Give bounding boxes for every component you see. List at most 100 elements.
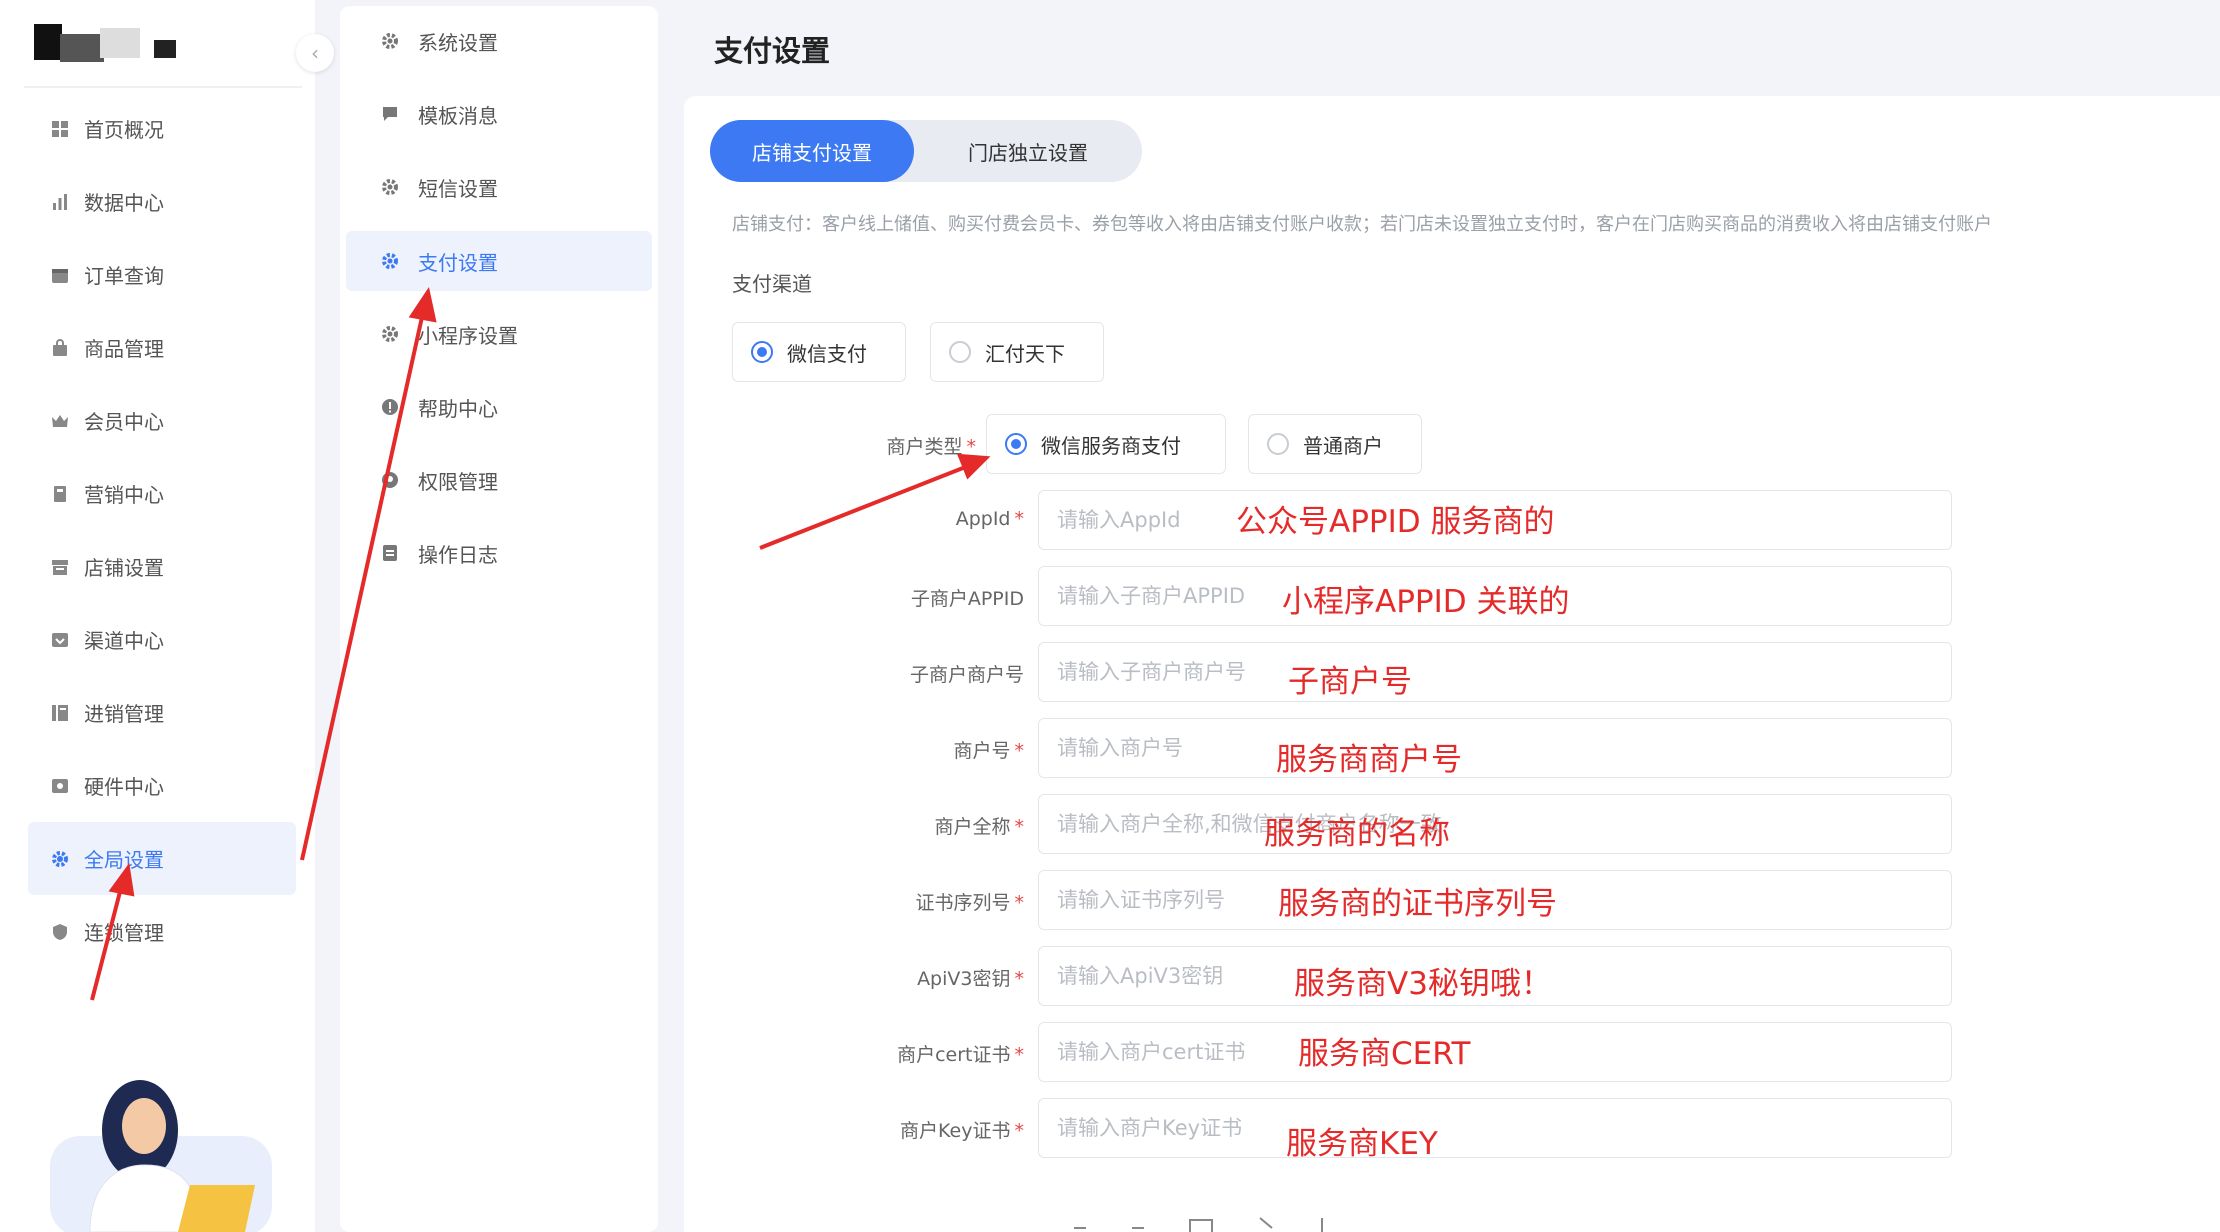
mchid-label: 商户号 *	[824, 736, 1024, 763]
sidebar-item-label: 硬件中心	[84, 775, 164, 799]
subnav-item-label: 小程序设置	[418, 323, 518, 348]
annotation-note: 服务商商户号	[1276, 742, 1462, 778]
settings-subnav: 系统设置 模板消息 短信设置 支付设置 小程序设置 帮助中心 权限管理 操作日志	[340, 6, 658, 1232]
bag-icon	[50, 338, 70, 358]
annotation-note: 服务商V3秘钥哦！	[1294, 966, 1552, 1002]
appid-label: AppId *	[824, 508, 1024, 530]
merchant-type-label-text: 商户类型	[886, 436, 963, 458]
sidebar-item-inventory[interactable]: 进销管理	[28, 676, 296, 749]
subnav-item-permissions[interactable]: 权限管理	[346, 450, 652, 510]
sidebar-item-global-settings[interactable]: 全局设置	[28, 822, 296, 895]
channel-option-wechat[interactable]: 微信支付	[732, 322, 906, 382]
radio-unselected-icon	[949, 341, 971, 363]
required-mark: *	[1014, 740, 1025, 762]
merchant-cert-input[interactable]	[1038, 1022, 1952, 1082]
subnav-item-label: 短信设置	[418, 176, 498, 201]
bar-chart-icon	[50, 192, 70, 212]
sidebar-item-chain[interactable]: 连锁管理	[28, 895, 296, 968]
merchant-type-option-label: 微信服务商支付	[1041, 433, 1181, 458]
sidebar-item-label: 会员中心	[84, 410, 164, 434]
subnav-item-system[interactable]: 系统设置	[346, 11, 652, 71]
mchid-input-field[interactable]	[1039, 719, 1951, 777]
subnav-item-miniprogram[interactable]: 小程序设置	[346, 304, 652, 364]
sidebar-item-hardware[interactable]: 硬件中心	[28, 749, 296, 822]
merchant-type-option-service[interactable]: 微信服务商支付	[986, 414, 1226, 474]
sidebar-item-channels[interactable]: 渠道中心	[28, 603, 296, 676]
required-mark: *	[966, 436, 977, 458]
subnav-item-sms[interactable]: 短信设置	[346, 157, 652, 217]
annotation-note: 服务商的证书序列号	[1278, 886, 1557, 922]
subnav-item-label: 帮助中心	[418, 396, 498, 421]
payment-tabs: 店铺支付设置 门店独立设置	[710, 120, 1142, 182]
sub-mchid-input-field[interactable]	[1039, 643, 1951, 701]
required-mark: *	[1014, 1120, 1025, 1142]
sidebar-collapse-button[interactable]: ‹	[296, 34, 334, 72]
field-label-text: AppId	[955, 508, 1011, 530]
merchant-key-input-field[interactable]	[1039, 1099, 1951, 1157]
calendar-icon	[50, 265, 70, 285]
gear-icon	[380, 177, 400, 197]
field-label-text: 商户全称	[934, 816, 1011, 838]
log-icon	[380, 543, 400, 563]
radio-selected-icon	[1005, 433, 1027, 455]
sidebar-item-label: 订单查询	[84, 264, 164, 288]
bottom-toolbar-icons	[1074, 1217, 1323, 1232]
sidebar-item-products[interactable]: 商品管理	[28, 311, 296, 384]
crown-icon	[50, 411, 70, 431]
sidebar-item-store[interactable]: 店铺设置	[28, 530, 296, 603]
channel-icon	[50, 630, 70, 650]
merchant-key-label: 商户Key证书 *	[824, 1116, 1024, 1143]
cert-serial-label: 证书序列号 *	[824, 888, 1024, 915]
merchant-cert-input-field[interactable]	[1039, 1023, 1951, 1081]
required-mark: *	[1014, 1044, 1025, 1066]
sidebar-item-label: 营销中心	[84, 483, 164, 507]
subnav-item-payment[interactable]: 支付设置	[346, 231, 652, 291]
mchid-input[interactable]	[1038, 718, 1952, 778]
merchant-type-option-normal[interactable]: 普通商户	[1248, 414, 1422, 474]
radio-selected-icon	[751, 341, 773, 363]
merchant-cert-label: 商户cert证书 *	[824, 1040, 1024, 1067]
sidebar-item-marketing[interactable]: 营销中心	[28, 457, 296, 530]
brand-logo[interactable]	[30, 18, 190, 68]
merchant-fullname-input[interactable]	[1038, 794, 1952, 854]
sidebar-item-members[interactable]: 会员中心	[28, 384, 296, 457]
subnav-item-operation-log[interactable]: 操作日志	[346, 523, 652, 583]
field-label-text: 商户Key证书	[900, 1120, 1011, 1142]
subnav-item-label: 权限管理	[418, 469, 498, 494]
hardware-icon	[50, 776, 70, 796]
tab-outlet-payment[interactable]: 门店独立设置	[914, 120, 1142, 182]
key-icon	[380, 470, 400, 490]
sidebar-item-home[interactable]: 首页概况	[28, 92, 296, 165]
channel-option-huifu[interactable]: 汇付天下	[930, 322, 1104, 382]
required-mark: *	[1014, 892, 1025, 914]
subnav-item-help[interactable]: 帮助中心	[346, 377, 652, 437]
inventory-icon	[50, 703, 70, 723]
gear-icon	[380, 324, 400, 344]
field-label-text: 商户号	[953, 740, 1011, 762]
sidebar-menu: 首页概况 数据中心 订单查询 商品管理 会员中心 营销中心 店铺设置 渠道中心	[28, 92, 296, 968]
annotation-note: 服务商KEY	[1286, 1126, 1438, 1162]
field-label-text: 证书序列号	[915, 892, 1011, 914]
sidebar-item-data[interactable]: 数据中心	[28, 165, 296, 238]
sidebar-item-label: 进销管理	[84, 702, 164, 726]
sidebar-item-label: 店铺设置	[84, 556, 164, 580]
gear-icon	[380, 251, 400, 271]
sidebar-item-label: 连锁管理	[84, 921, 164, 945]
annotation-note: 子商户号	[1288, 664, 1412, 700]
gear-icon	[50, 849, 70, 869]
sidebar-item-orders[interactable]: 订单查询	[28, 238, 296, 311]
gear-icon	[380, 31, 400, 51]
sidebar-divider	[24, 86, 302, 88]
payment-description: 店铺支付：客户线上储值、购买付费会员卡、券包等收入将由店铺支付账户收款；若门店未…	[732, 214, 1992, 235]
tab-store-payment[interactable]: 店铺支付设置	[710, 120, 914, 182]
payment-channel-label: 支付渠道	[732, 272, 812, 296]
subnav-item-label: 系统设置	[418, 30, 498, 55]
subnav-item-template-message[interactable]: 模板消息	[346, 84, 652, 144]
merchant-fullname-input-field[interactable]	[1039, 795, 1951, 853]
annotation-note: 服务商CERT	[1298, 1036, 1471, 1072]
annotation-note: 服务商的名称	[1264, 816, 1450, 852]
sub-mchid-input[interactable]	[1038, 642, 1952, 702]
merchant-fullname-label: 商户全称 *	[824, 812, 1024, 839]
merchant-key-input[interactable]	[1038, 1098, 1952, 1158]
message-icon	[380, 104, 400, 124]
